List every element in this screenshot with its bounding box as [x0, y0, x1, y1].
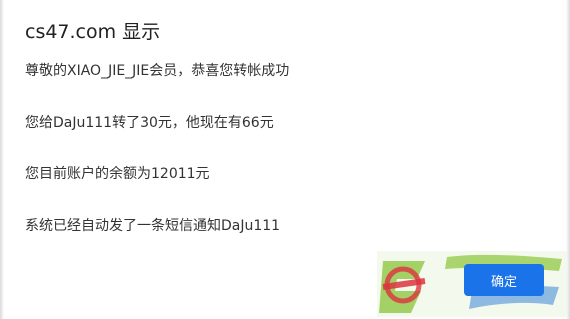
- message-line-2: 您给DaJu111转了30元，他现在有66元: [25, 115, 274, 131]
- dialog-edge-left: [0, 0, 4, 319]
- dialog-edge-right: [566, 0, 570, 319]
- ok-button[interactable]: 确定: [464, 264, 544, 296]
- message-line-1: 尊敬的XIAO_JIE_JIE会员，恭喜您转帐成功: [25, 63, 290, 79]
- alert-dialog: cs47.com 显示 尊敬的XIAO_JIE_JIE会员，恭喜您转帐成功 您给…: [0, 0, 570, 319]
- dialog-title: cs47.com 显示: [25, 21, 161, 43]
- message-line-3: 您目前账户的余额为12011元: [25, 166, 210, 182]
- message-line-4: 系统已经自动发了一条短信通知DaJu111: [25, 218, 281, 234]
